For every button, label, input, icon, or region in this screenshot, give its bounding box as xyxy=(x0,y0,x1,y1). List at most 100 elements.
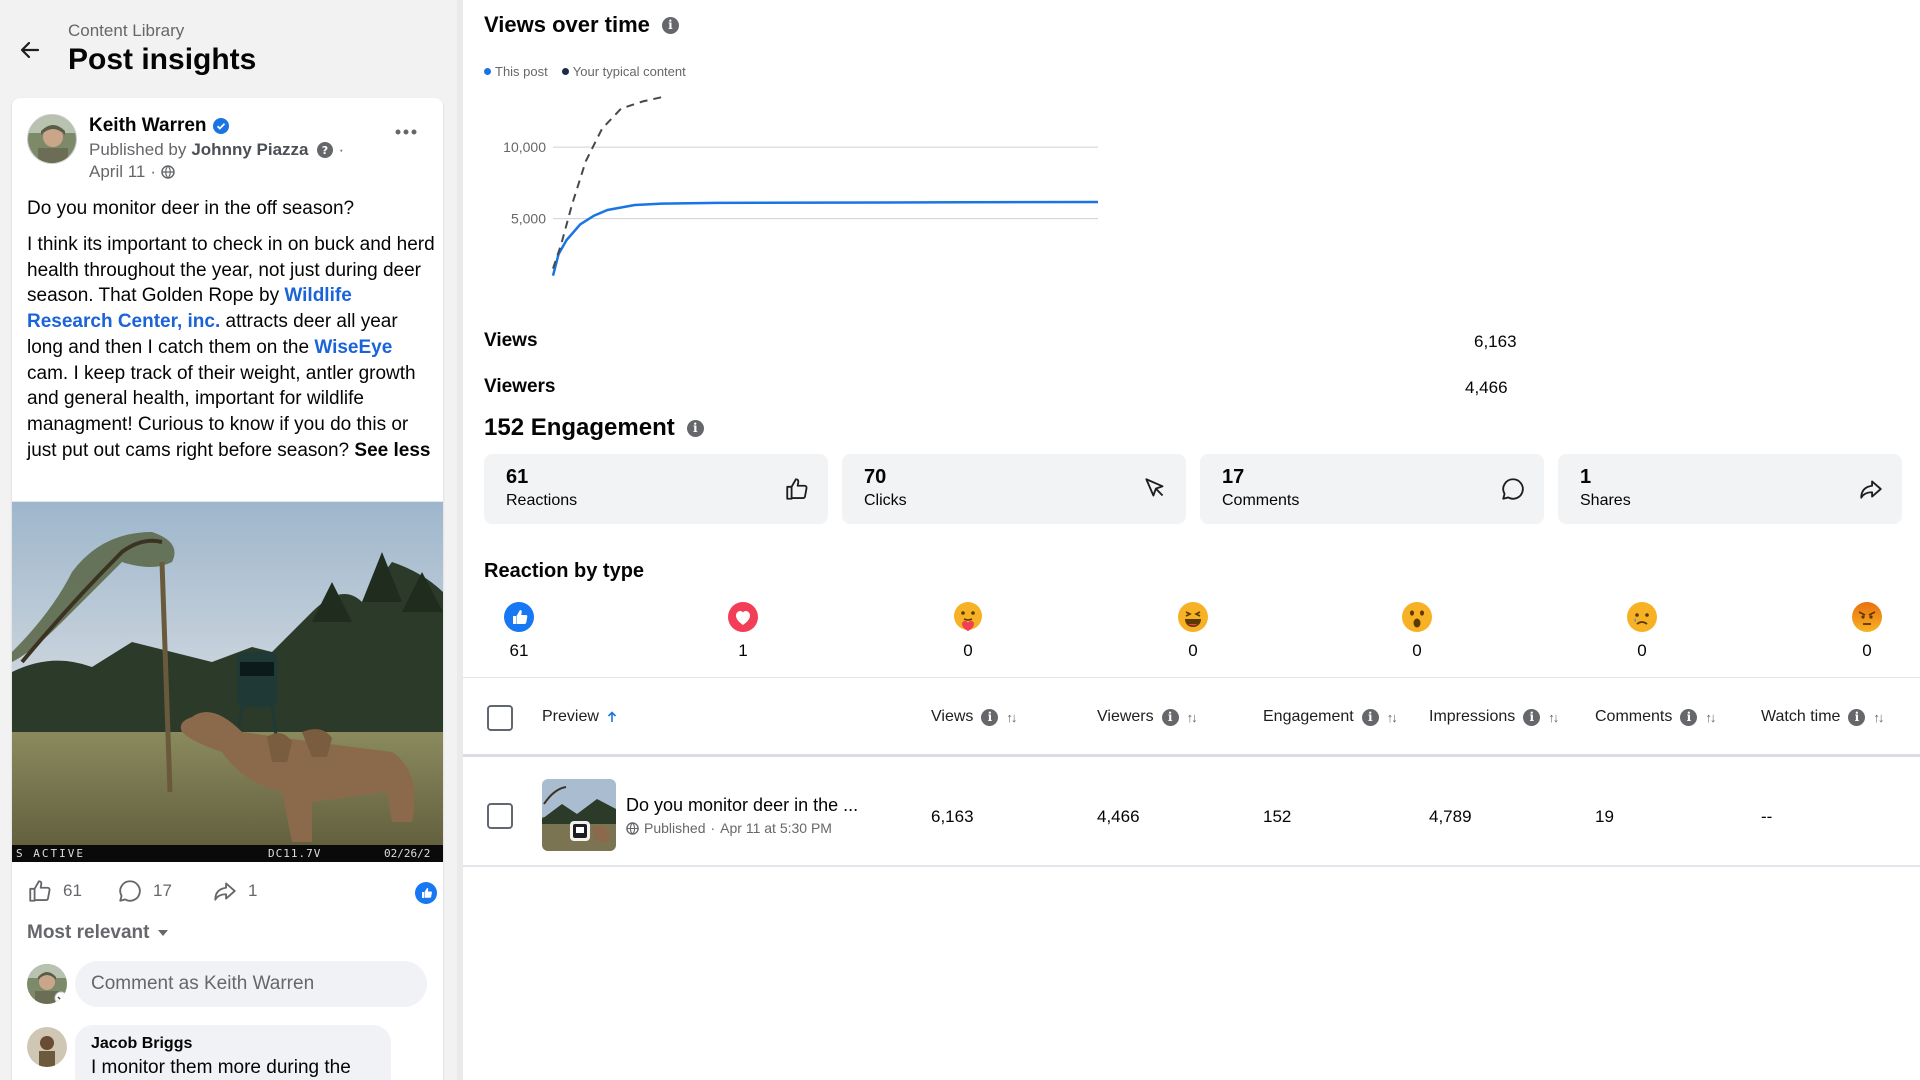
viewers-label: Viewers xyxy=(484,376,556,397)
arrow-left-icon xyxy=(20,41,40,59)
love-reaction-icon xyxy=(728,602,758,632)
like-reaction-icon xyxy=(415,882,437,904)
info-icon[interactable]: i xyxy=(981,708,999,726)
dot-separator: · xyxy=(710,820,716,836)
comments-label: Comments xyxy=(1222,492,1300,509)
commenter-avatar[interactable] xyxy=(27,964,67,1004)
views-chart-title: Views over time i xyxy=(484,12,679,38)
info-icon[interactable]: i xyxy=(1523,708,1541,726)
reaction-care: 0 xyxy=(938,601,998,661)
comment-sort-dropdown[interactable]: Most relevant xyxy=(27,922,169,944)
sort-ascending-icon xyxy=(607,711,616,722)
shares-count: 1 xyxy=(1580,466,1592,488)
post-date-line: April 11 · xyxy=(89,162,175,182)
row-post-title[interactable]: Do you monitor deer in the ... xyxy=(626,795,858,816)
author-name[interactable]: Keith Warren xyxy=(89,115,229,137)
sort-toggle-icon[interactable]: ↑↓ xyxy=(1387,710,1398,725)
y-tick-label: 5,000 xyxy=(511,211,546,227)
info-icon[interactable]: i xyxy=(686,419,704,437)
column-header-comments[interactable]: Comments i ↑↓ xyxy=(1595,708,1716,726)
column-header-preview[interactable]: Preview xyxy=(542,708,617,726)
wow-reaction-count: 0 xyxy=(1412,641,1422,660)
post-body: I think its important to check in on buc… xyxy=(27,232,437,463)
page-title: Post insights xyxy=(68,43,257,76)
help-icon[interactable]: ? xyxy=(317,142,334,158)
column-header-viewers[interactable]: Viewers i ↑↓ xyxy=(1097,708,1198,726)
legend-typical-label: Your typical content xyxy=(572,64,686,79)
sad-reaction-count: 0 xyxy=(1637,641,1647,660)
reactions-card[interactable]: 61 Reactions xyxy=(484,454,828,524)
published-by-line: Published by Johnny Piazza ? · xyxy=(89,140,344,160)
left-panel: Content Library Post insights Keith Warr… xyxy=(0,0,457,1080)
row-post-meta: Published · Apr 11 at 5:30 PM xyxy=(626,820,832,836)
post-date[interactable]: April 11 xyxy=(89,162,145,182)
reaction-sad: 0 xyxy=(1612,601,1672,661)
clicks-card[interactable]: 70 Clicks xyxy=(842,454,1186,524)
shares-card[interactable]: 1 Shares xyxy=(1558,454,1902,524)
series-line-this-post xyxy=(551,200,1099,277)
y-tick-label: 10,000 xyxy=(503,139,546,155)
column-header-impressions[interactable]: Impressions i ↑↓ xyxy=(1429,708,1559,726)
see-less-link[interactable]: See less xyxy=(354,440,430,461)
caret-down-icon xyxy=(158,930,169,936)
column-header-views[interactable]: Views i ↑↓ xyxy=(931,708,1017,726)
share-count: 1 xyxy=(248,881,258,900)
author-avatar[interactable] xyxy=(27,114,77,164)
dot-separator: · xyxy=(150,162,157,181)
legend-dot-icon xyxy=(484,68,491,75)
legend-this-post: This post xyxy=(484,64,548,79)
info-icon[interactable]: i xyxy=(1848,708,1866,726)
select-all-checkbox[interactable] xyxy=(487,705,513,731)
column-header-engagement[interactable]: Engagement i ↑↓ xyxy=(1263,708,1398,726)
post-photo[interactable]: S ACTIVE DC11.7V 02/26/2 xyxy=(12,502,443,862)
row-watch-time: -- xyxy=(1761,807,1773,826)
info-icon[interactable]: i xyxy=(1161,708,1179,726)
sort-toggle-icon[interactable]: ↑↓ xyxy=(1548,710,1559,725)
photo-overlay-date: 02/26/2 xyxy=(384,847,430,860)
legend-dot-icon xyxy=(561,68,569,75)
reactions-count: 61 xyxy=(506,466,529,488)
publisher-name[interactable]: Johnny Piazza xyxy=(191,140,308,160)
comment-author-avatar[interactable] xyxy=(27,1027,67,1067)
author-name-text[interactable]: Keith Warren xyxy=(89,115,207,137)
share-arrow-icon xyxy=(214,882,236,901)
sort-toggle-icon[interactable]: ↑↓ xyxy=(1705,710,1716,725)
published-prefix: Published by xyxy=(89,140,187,159)
table-row[interactable]: Do you monitor deer in the ... Published… xyxy=(463,763,1920,867)
globe-icon xyxy=(161,165,175,179)
share-button[interactable]: 1 xyxy=(212,878,257,904)
comment-button[interactable]: 17 xyxy=(117,878,172,904)
views-label: Views xyxy=(484,330,538,351)
dot-separator: · xyxy=(338,140,345,159)
comments-card[interactable]: 17 Comments xyxy=(1200,454,1544,524)
info-icon[interactable]: i xyxy=(1680,708,1698,726)
info-icon[interactable]: i xyxy=(661,16,679,34)
comment-count: 17 xyxy=(153,881,172,900)
legend-typical-content: Your typical content xyxy=(561,64,686,79)
breadcrumb: Content Library xyxy=(68,21,185,40)
row-checkbox[interactable] xyxy=(487,803,513,829)
more-options-button[interactable] xyxy=(390,120,422,144)
column-header-watch-time[interactable]: Watch time i ↑↓ xyxy=(1761,708,1884,726)
series-line-typical-content xyxy=(552,96,663,269)
sort-toggle-icon[interactable]: ↑↓ xyxy=(1006,710,1017,725)
comment-author-name[interactable]: Jacob Briggs xyxy=(91,1035,375,1053)
sort-toggle-icon[interactable]: ↑↓ xyxy=(1187,710,1198,725)
column-header-preview-label: Preview xyxy=(542,708,599,725)
share-arrow-icon xyxy=(1860,480,1882,499)
sort-toggle-icon[interactable]: ↑↓ xyxy=(1873,710,1884,725)
care-reaction-count: 0 xyxy=(963,641,973,660)
post-question: Do you monitor deer in the off season? xyxy=(27,198,355,219)
wiseeye-link[interactable]: WiseEye xyxy=(314,337,392,358)
like-button[interactable]: 61 xyxy=(27,878,82,904)
row-comments: 19 xyxy=(1595,807,1614,826)
post-thumbnail[interactable] xyxy=(542,779,616,851)
reaction-like: 61 xyxy=(489,601,549,661)
back-button[interactable] xyxy=(14,34,46,66)
sort-label-text: Most relevant xyxy=(27,922,150,943)
viewers-value: 4,466 xyxy=(1465,378,1508,397)
column-header-viewers-label: Viewers xyxy=(1097,708,1154,725)
info-icon[interactable]: i xyxy=(1361,708,1379,726)
thumbs-up-icon xyxy=(786,478,808,500)
comment-input[interactable]: Comment as Keith Warren xyxy=(75,961,427,1007)
